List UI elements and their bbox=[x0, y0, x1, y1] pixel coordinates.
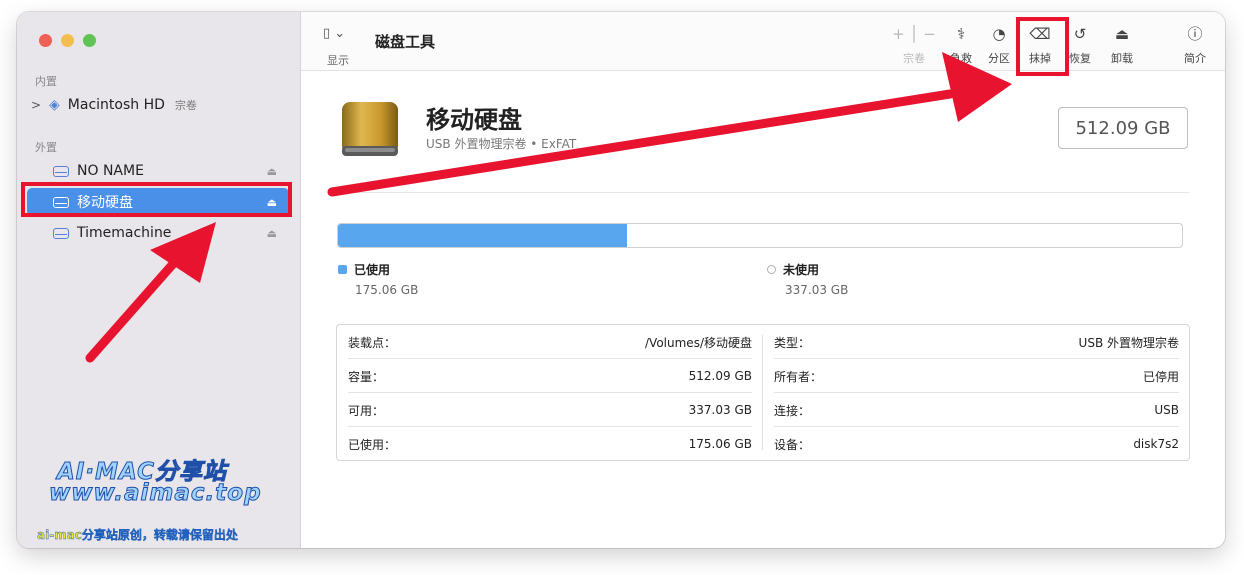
highlight-box-sidebar bbox=[21, 182, 292, 217]
sidebar-item-macintosh-hd[interactable]: > ◈ Macintosh HD 宗卷 bbox=[31, 91, 293, 119]
info-key: 可用： bbox=[348, 403, 385, 418]
section-external-label: 外置 bbox=[35, 141, 57, 154]
sidebar-item-label: Macintosh HD bbox=[67, 97, 165, 113]
external-disk-icon bbox=[53, 227, 69, 239]
chevron-right-icon[interactable]: > bbox=[31, 98, 45, 112]
used-value: 175.06 GB bbox=[355, 283, 419, 297]
info-row: 所有者： 已停用 bbox=[774, 359, 1179, 393]
volume-subtitle: USB 外置物理宗卷 • ExFAT bbox=[426, 137, 577, 151]
info-key: 类型： bbox=[774, 335, 811, 350]
view-label: 显示 bbox=[327, 54, 349, 67]
info-key: 连接： bbox=[774, 403, 811, 418]
info-icon: ⓘ bbox=[1187, 25, 1203, 43]
header-divider bbox=[333, 192, 1189, 193]
toolbar-button-label: 简介 bbox=[1184, 52, 1206, 65]
info-row: 可用： 337.03 GB bbox=[348, 393, 752, 427]
used-label: 已使用 bbox=[354, 263, 391, 277]
info-value: USB 外置物理宗卷 bbox=[1078, 335, 1179, 350]
toolbar: ▯ ⌄ 显示 磁盘工具 + │ − 宗卷 ⚕ 急救 ◔ 分区 ⌫ 抹掉 ↺ 恢复… bbox=[301, 12, 1225, 71]
info-value: 已停用 bbox=[1142, 369, 1179, 384]
sidebar-item-label: Timemachine bbox=[77, 225, 172, 241]
info-key: 容量： bbox=[348, 369, 385, 384]
external-hard-drive-icon bbox=[342, 102, 398, 156]
unmount-button[interactable]: ⏏ 卸载 bbox=[1102, 24, 1142, 66]
toolbar-button-label: 卸载 bbox=[1111, 52, 1133, 65]
info-key: 所有者： bbox=[774, 369, 823, 384]
zoom-button[interactable] bbox=[83, 34, 96, 47]
sidebar-item-no-name[interactable]: NO NAME ⏏ bbox=[27, 157, 289, 185]
window-controls bbox=[39, 34, 96, 47]
highlight-box-erase bbox=[1016, 17, 1069, 76]
stethoscope-icon: ⚕ bbox=[956, 25, 966, 43]
info-value: /Volumes/移动硬盘 bbox=[645, 335, 752, 350]
free-swatch bbox=[767, 265, 776, 274]
sidebar-item-timemachine[interactable]: Timemachine ⏏ bbox=[27, 219, 289, 247]
info-value: 175.06 GB bbox=[688, 437, 752, 451]
info-button[interactable]: ⓘ 简介 bbox=[1175, 24, 1215, 66]
plus-minus-icon: + │ − bbox=[892, 25, 936, 43]
info-row: 已使用： 175.06 GB bbox=[348, 427, 752, 461]
external-disk-icon bbox=[53, 165, 69, 177]
info-column-divider bbox=[762, 335, 763, 450]
section-internal-label: 内置 bbox=[35, 75, 57, 88]
sidebar-item-label: NO NAME bbox=[77, 163, 144, 179]
info-value: 512.09 GB bbox=[688, 369, 752, 383]
info-value: disk7s2 bbox=[1133, 437, 1179, 451]
free-label: 未使用 bbox=[783, 263, 820, 277]
sidebar-toggle-icon[interactable]: ▯ ⌄ bbox=[323, 26, 345, 41]
pie-chart-icon: ◔ bbox=[992, 25, 1006, 43]
disk-utility-window: 内置 > ◈ Macintosh HD 宗卷 外置 NO NAME ⏏ 移动硬盘… bbox=[17, 12, 1225, 548]
first-aid-button[interactable]: ⚕ 急救 bbox=[941, 24, 981, 66]
sidebar-item-sublabel: 宗卷 bbox=[174, 99, 197, 112]
unmount-icon: ⏏ bbox=[1114, 25, 1130, 43]
info-value: 337.03 GB bbox=[688, 403, 752, 417]
partition-button[interactable]: ◔ 分区 bbox=[979, 24, 1019, 66]
watermark-notice: ai-mac分享站原创，转载请保留出处 bbox=[37, 528, 238, 542]
volume-add-remove-button[interactable]: + │ − 宗卷 bbox=[887, 24, 941, 66]
info-row: 连接： USB bbox=[774, 393, 1179, 427]
info-row: 装载点： /Volumes/移动硬盘 bbox=[348, 325, 752, 359]
close-button[interactable] bbox=[39, 34, 52, 47]
used-swatch bbox=[338, 265, 347, 274]
volume-name: 移动硬盘 bbox=[426, 106, 522, 134]
info-row: 设备： disk7s2 bbox=[774, 427, 1179, 461]
minimize-button[interactable] bbox=[61, 34, 74, 47]
free-value: 337.03 GB bbox=[785, 283, 849, 297]
toolbar-button-label: 分区 bbox=[988, 52, 1010, 65]
sidebar: 内置 > ◈ Macintosh HD 宗卷 外置 NO NAME ⏏ 移动硬盘… bbox=[17, 12, 301, 548]
free-legend: 未使用 bbox=[767, 261, 819, 278]
app-title: 磁盘工具 bbox=[375, 33, 436, 51]
info-key: 已使用： bbox=[348, 437, 397, 452]
info-key: 装载点： bbox=[348, 335, 397, 350]
info-row: 容量： 512.09 GB bbox=[348, 359, 752, 393]
toolbar-button-label: 宗卷 bbox=[903, 52, 925, 65]
eject-icon[interactable]: ⏏ bbox=[267, 227, 277, 240]
eject-icon[interactable]: ⏏ bbox=[267, 165, 277, 178]
usage-bar-fill bbox=[338, 224, 627, 247]
used-legend: 已使用 bbox=[338, 261, 390, 278]
toolbar-button-label: 急救 bbox=[950, 52, 972, 65]
info-row: 类型： USB 外置物理宗卷 bbox=[774, 325, 1179, 359]
watermark-url: www.aimac.top bbox=[49, 480, 262, 507]
info-key: 设备： bbox=[774, 437, 811, 452]
info-value: USB bbox=[1154, 403, 1179, 417]
volume-capacity-badge: 512.09 GB bbox=[1058, 107, 1188, 149]
volume-info-table: 装载点： /Volumes/移动硬盘 容量： 512.09 GB 可用： 337… bbox=[336, 324, 1190, 461]
layers-icon: ◈ bbox=[49, 97, 60, 113]
usage-bar bbox=[337, 223, 1183, 248]
